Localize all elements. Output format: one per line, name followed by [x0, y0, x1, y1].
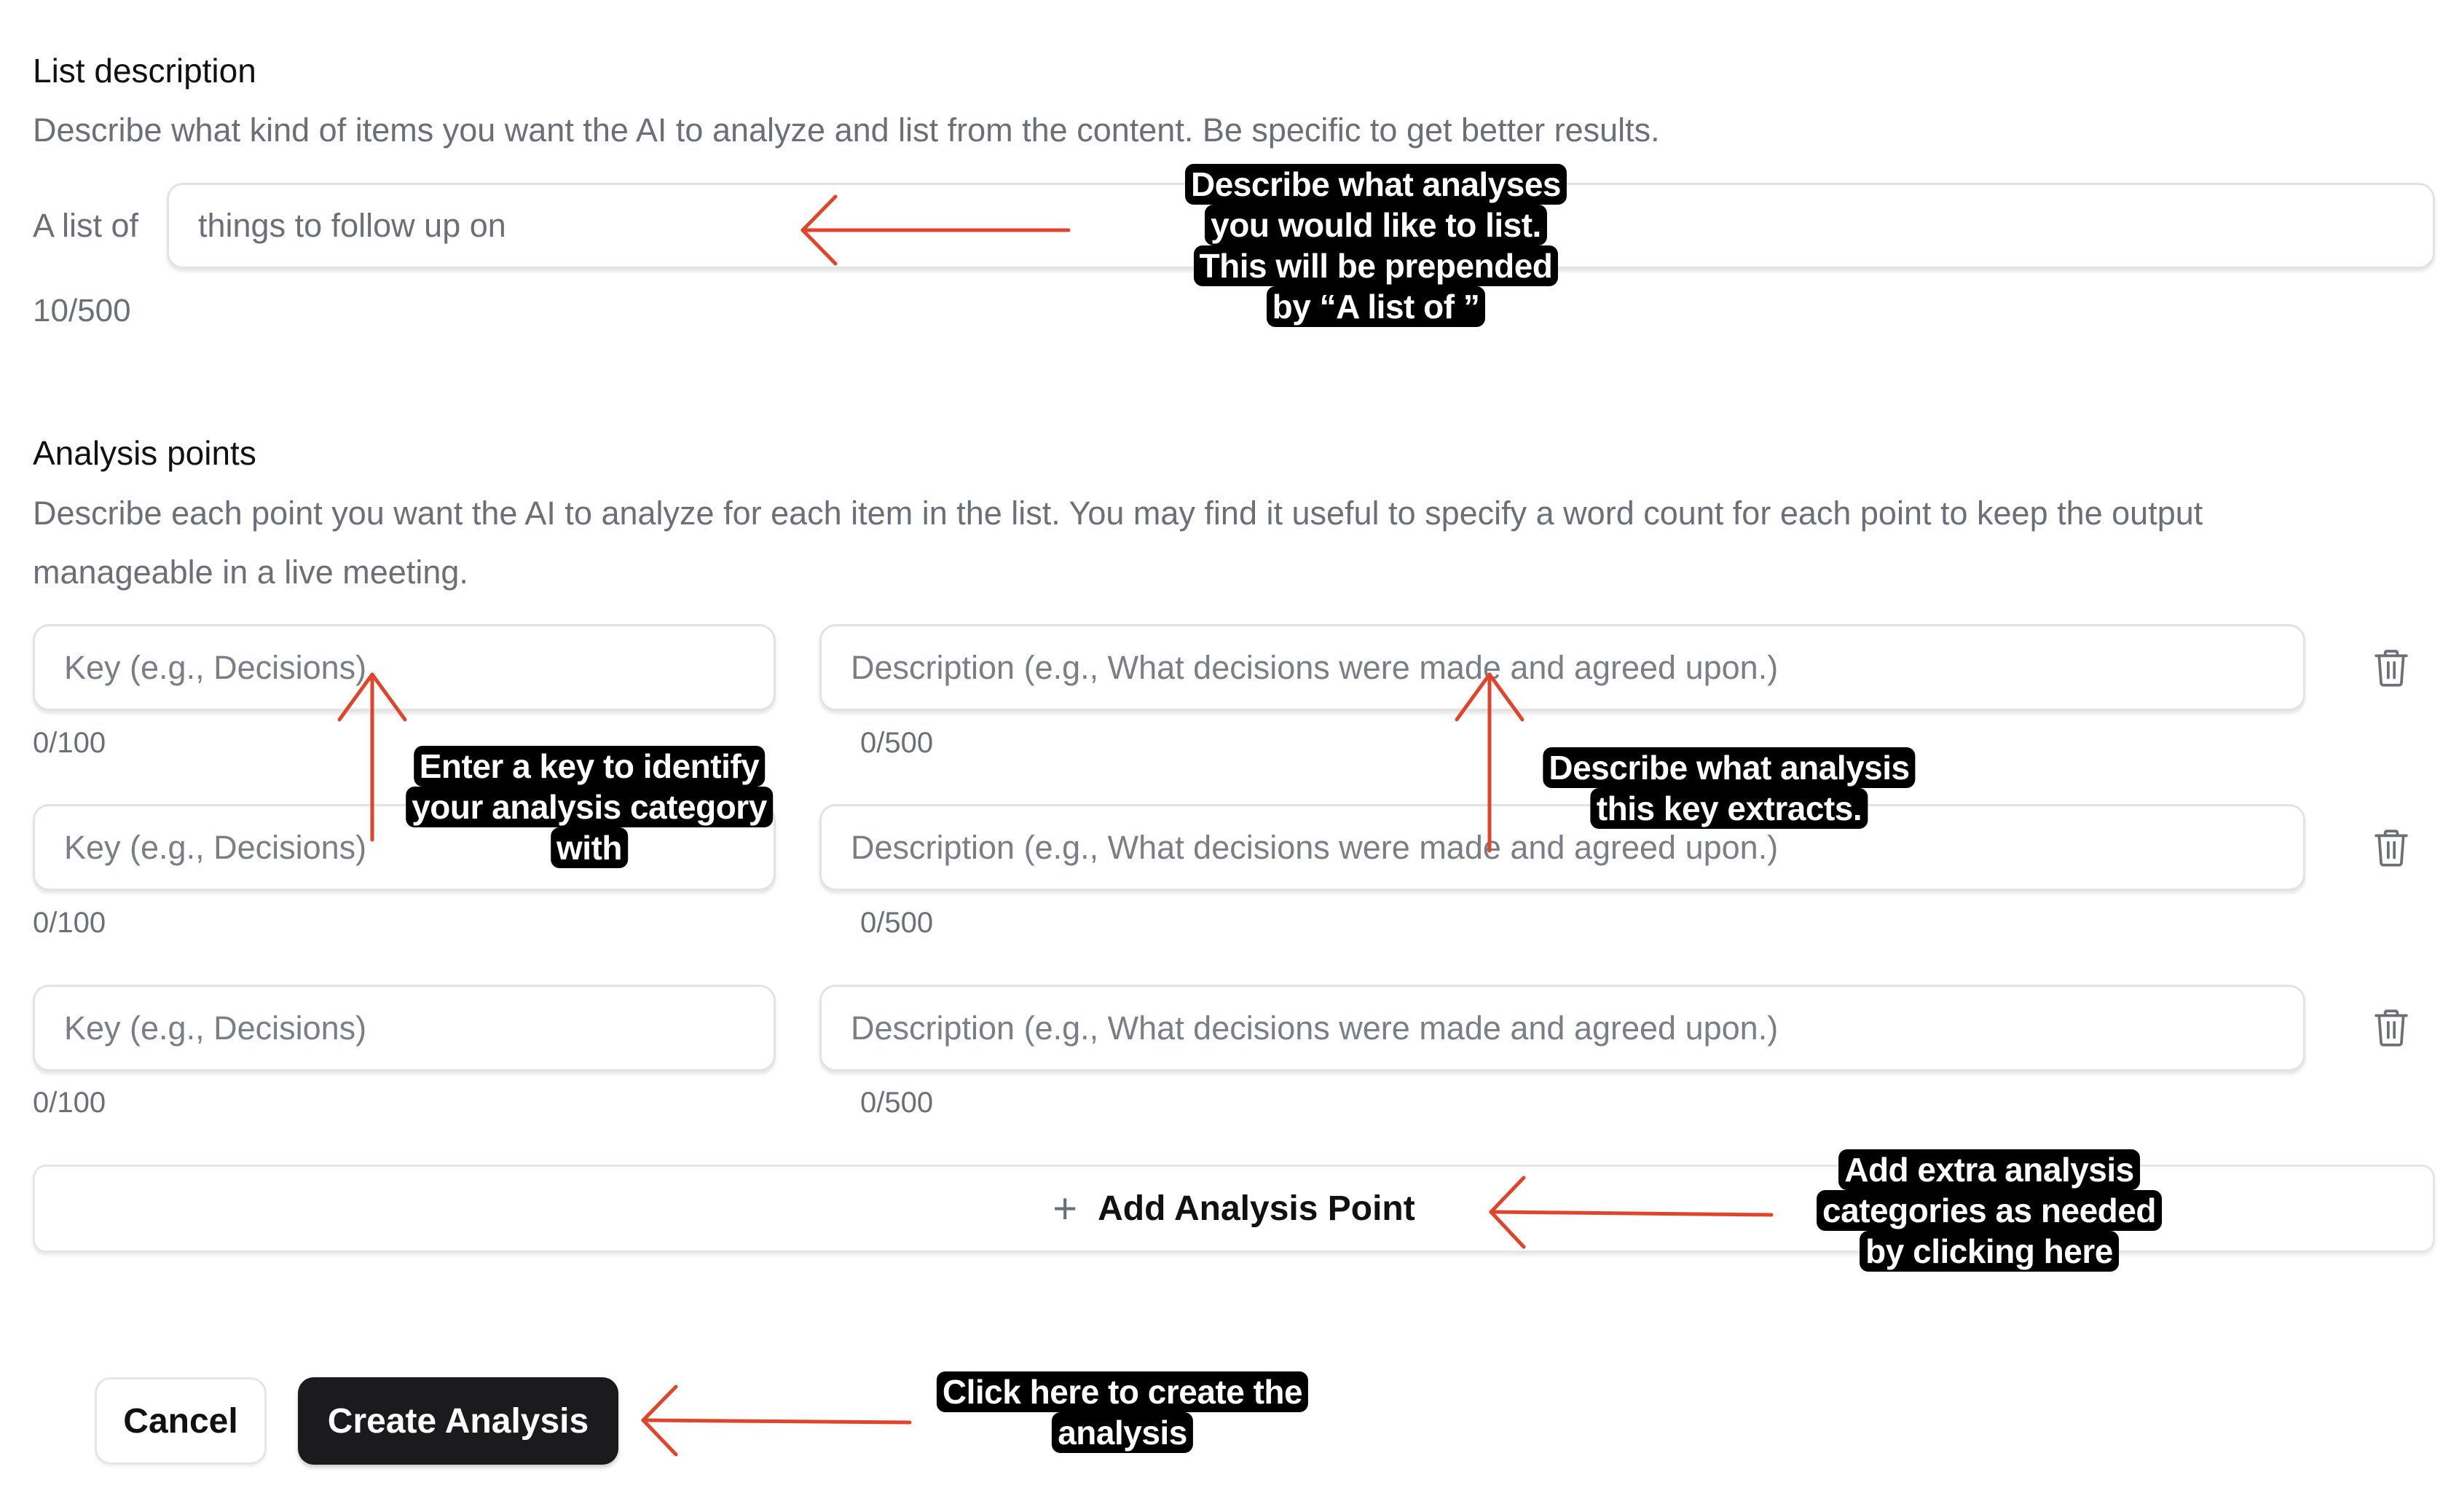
description-input[interactable]	[819, 985, 2305, 1071]
callout-list-input: Describe what analyses you would like to…	[1184, 164, 1567, 327]
callout-line: by clicking here	[1860, 1231, 2119, 1272]
analysis-points-title: Analysis points	[33, 434, 256, 472]
callout-line: Describe what analysis	[1543, 747, 1916, 788]
trash-icon[interactable]	[2373, 1007, 2409, 1048]
callout-line: this key extracts.	[1590, 788, 1868, 829]
description-counter: 0/500	[860, 1087, 934, 1119]
arrow-to-create-button	[641, 1385, 912, 1457]
list-prefix-label: A list of	[33, 207, 139, 244]
description-counter: 0/500	[860, 727, 934, 759]
callout-line: Enter a key to identify	[413, 746, 766, 787]
callout-add-button: Add extra analysis categories as needed …	[1817, 1149, 2162, 1272]
callout-line: Click here to create the	[936, 1371, 1309, 1412]
callout-line: you would like to list.	[1205, 205, 1547, 245]
callout-line: This will be prepended	[1193, 245, 1559, 286]
callout-line: Add extra analysis	[1838, 1149, 2140, 1190]
description-counter: 0/500	[860, 907, 934, 939]
list-description-title: List description	[33, 52, 256, 90]
trash-icon[interactable]	[2373, 647, 2409, 688]
callout-line: with	[551, 827, 628, 868]
cancel-button[interactable]: Cancel	[95, 1377, 267, 1465]
callout-line: by “A list of ”	[1266, 286, 1486, 327]
analysis-points-help-line2: manageable in a live meeting.	[33, 554, 468, 591]
list-description-help: Describe what kind of items you want the…	[33, 111, 1660, 149]
add-analysis-point-label: Add Analysis Point	[1098, 1189, 1415, 1228]
key-input[interactable]	[33, 985, 776, 1071]
callout-create-button: Click here to create the analysis	[936, 1371, 1309, 1453]
description-input[interactable]	[819, 624, 2305, 711]
plus-icon: +	[1053, 1184, 1078, 1232]
callout-line: your analysis category	[406, 787, 773, 827]
key-counter: 0/100	[33, 727, 106, 759]
callout-line: analysis	[1052, 1412, 1193, 1453]
key-counter: 0/100	[33, 1087, 106, 1119]
callout-description-input: Describe what analysis this key extracts…	[1543, 747, 1916, 829]
trash-icon[interactable]	[2373, 827, 2409, 868]
callout-line: Describe what analyses	[1184, 164, 1567, 205]
callout-key-input: Enter a key to identify your analysis ca…	[406, 746, 773, 868]
callout-line: categories as needed	[1817, 1190, 2162, 1231]
analysis-points-help-line1: Describe each point you want the AI to a…	[33, 495, 2203, 532]
key-input[interactable]	[33, 624, 776, 711]
create-analysis-button[interactable]: Create Analysis	[298, 1377, 618, 1465]
key-counter: 0/100	[33, 907, 106, 939]
list-description-counter: 10/500	[33, 293, 131, 328]
